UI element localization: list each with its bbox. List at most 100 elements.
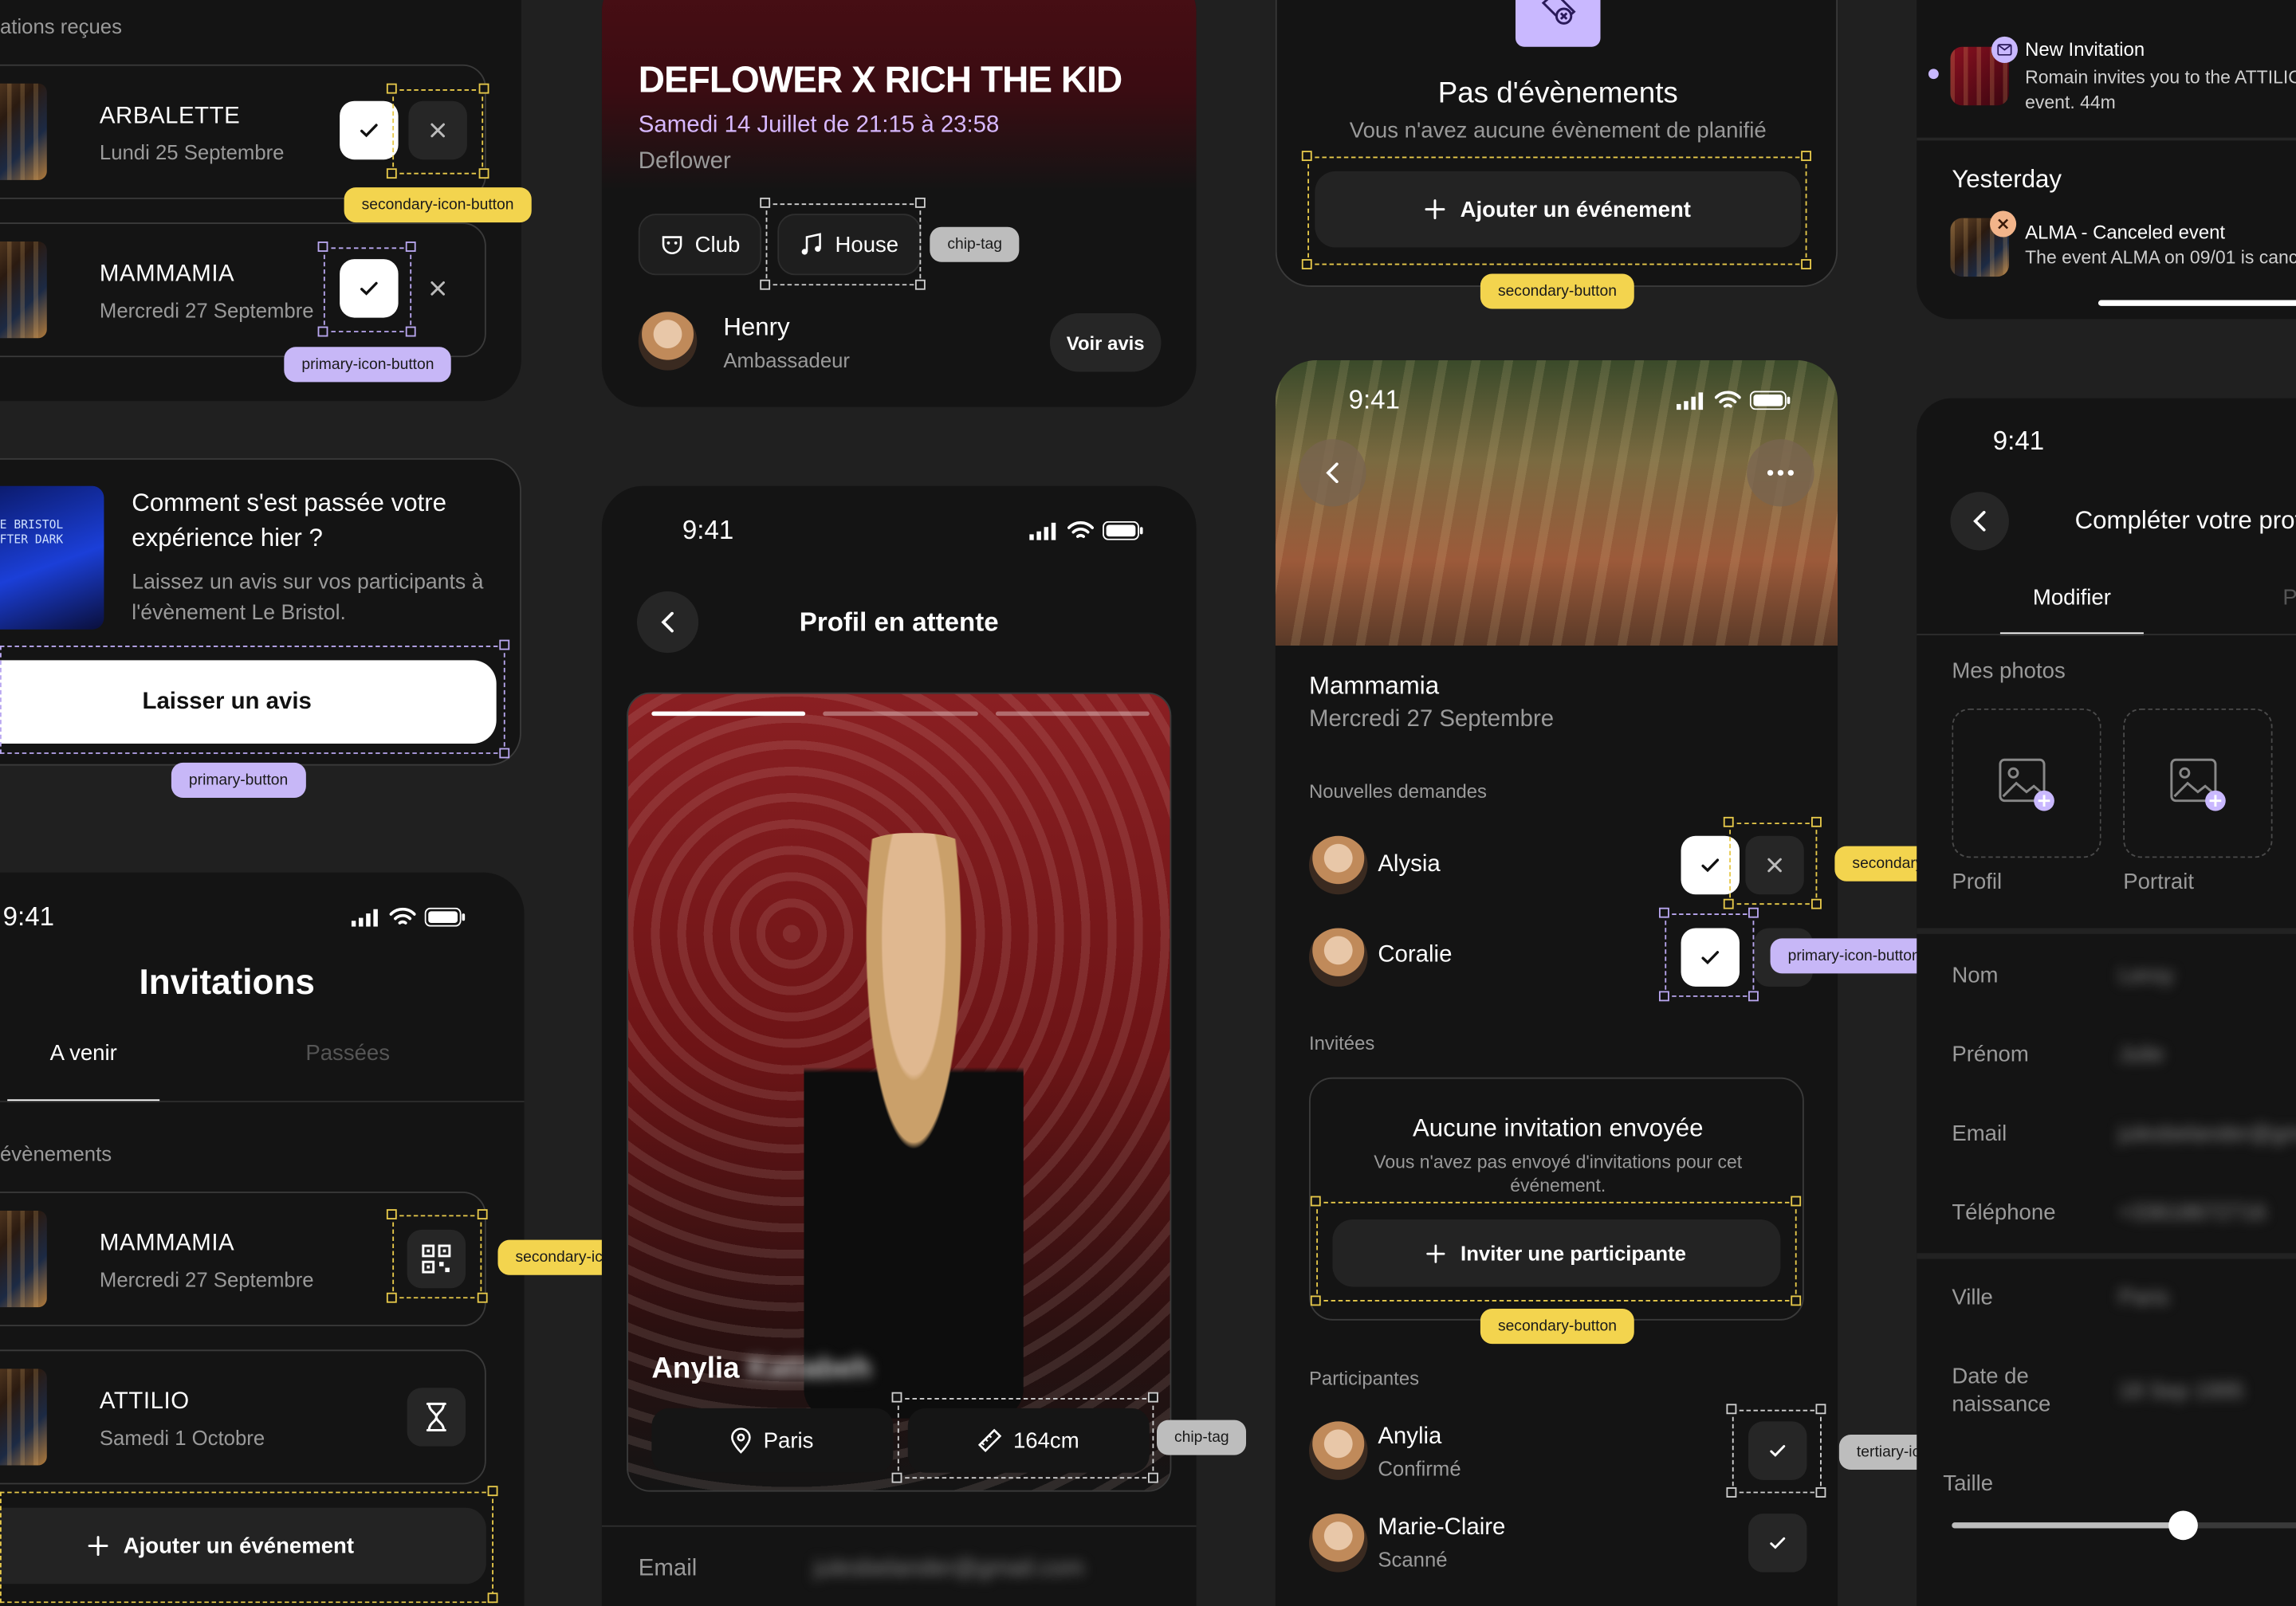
tab-edit[interactable]: Modifier xyxy=(1999,585,2144,636)
check-icon xyxy=(360,124,378,138)
participant-avatar xyxy=(1309,1421,1368,1480)
status-time: 9:41 xyxy=(1348,385,1400,414)
venue-name: MAMMAMIA xyxy=(99,261,235,287)
tab-preview[interactable]: Prévisualiser xyxy=(2282,586,2296,635)
slider-thumb[interactable] xyxy=(2168,1510,2199,1541)
pending-button[interactable] xyxy=(407,1388,466,1447)
map-pin-icon xyxy=(731,1427,752,1454)
participant-avatar xyxy=(1309,1514,1368,1573)
section-title: Yesterday xyxy=(1952,165,2062,194)
size-label: Taille xyxy=(1943,1471,1994,1497)
venue-date: Mercredi 27 Septembre xyxy=(1309,707,1555,732)
participant-name: Marie-Claire xyxy=(1378,1514,1506,1541)
field-label: Date de naissance xyxy=(1952,1364,2051,1417)
venue-date: Mercredi 27 Septembre xyxy=(99,1267,314,1291)
scanned-button[interactable] xyxy=(1748,1514,1807,1573)
venue-date: Samedi 1 Octobre xyxy=(99,1425,265,1450)
accept-button[interactable] xyxy=(340,100,399,160)
field-value[interactable]: 18 Sep 1995 xyxy=(2119,1379,2243,1404)
unread-dot xyxy=(1928,69,1939,80)
annotation-tag: secondary-button xyxy=(1480,1309,1635,1345)
complete-profile-screen: 9:41 Compléter votre profil Modifier Pré… xyxy=(1917,398,2296,1606)
annotation-tag: primary-button xyxy=(171,762,306,799)
decline-button[interactable] xyxy=(408,259,466,317)
event-thumbnail: LE BRISTOL AFTER DARK xyxy=(0,485,104,630)
chevron-left-icon xyxy=(1326,462,1339,484)
annotation-outline xyxy=(392,1215,482,1299)
battery-icon xyxy=(1749,391,1791,410)
annotation-outline xyxy=(897,1398,1154,1479)
participant-avatar xyxy=(1309,928,1368,987)
empty-title: Pas d'évènements xyxy=(1437,77,1678,110)
field-label: Téléphone xyxy=(1952,1200,2056,1226)
field-value[interactable]: Leroy xyxy=(2119,964,2174,988)
field-value[interactable]: Julie xyxy=(2119,1043,2164,1067)
photo-slot-portrait[interactable] xyxy=(2123,708,2273,858)
review-body: Laissez un avis sur vos participants à l… xyxy=(132,571,484,626)
field-label: Nom xyxy=(1952,963,1999,988)
photo-slot-profile[interactable] xyxy=(1952,708,2101,858)
design-board: ations reçues ARBALETTE Lundi 25 Septemb… xyxy=(0,0,2296,1606)
battery-icon xyxy=(1103,520,1143,540)
first-name: Anylia xyxy=(651,1353,740,1385)
field-label: Prénom xyxy=(1952,1042,2029,1067)
size-slider[interactable] xyxy=(1952,1510,2296,1541)
annotation-outline xyxy=(1665,913,1755,997)
annotation-outline xyxy=(0,1491,493,1604)
participant-avatar xyxy=(1309,835,1368,895)
image-add-icon xyxy=(1999,758,2054,811)
annotation-outline xyxy=(1732,1409,1822,1494)
participant-status: Confirmé xyxy=(1378,1456,1461,1480)
home-indicator xyxy=(2097,300,2296,306)
status-icons xyxy=(351,907,466,927)
email-label: Email xyxy=(638,1556,698,1581)
section-label: Invitées xyxy=(1309,1031,1375,1054)
back-button[interactable] xyxy=(1950,492,2009,551)
view-reviews-button[interactable]: Voir avis xyxy=(1049,313,1162,372)
field-value[interactable]: Paris xyxy=(2119,1286,2169,1310)
tab-label: Modifier xyxy=(2032,585,2111,611)
image-add-icon xyxy=(2170,758,2226,811)
chip-city[interactable]: Paris xyxy=(651,1408,894,1473)
chip-club[interactable]: Club xyxy=(638,214,762,276)
status-icons xyxy=(1029,520,1143,540)
person-silhouette xyxy=(804,833,1024,1419)
empty-invites-title: Aucune invitation envoyée xyxy=(1412,1113,1704,1142)
empty-subtitle: Vous n'avez aucune évènement de planifié xyxy=(1349,118,1767,143)
venue-date: Mercredi 27 Septembre xyxy=(99,298,314,323)
field-value[interactable]: +33618672716 xyxy=(2119,1200,2267,1225)
venue-date: Lundi 25 Septembre xyxy=(99,140,285,164)
section-label: Nouvelles demandes xyxy=(1309,779,1487,803)
cancel-badge-icon xyxy=(1990,210,2017,238)
tab-upcoming[interactable]: A venir xyxy=(7,1040,160,1103)
participant-name: Coralie xyxy=(1378,942,1453,968)
annotation-outline xyxy=(1307,156,1807,265)
tab-label: A venir xyxy=(49,1040,117,1066)
notification-title: New Invitation xyxy=(2025,37,2145,61)
more-button[interactable] xyxy=(1747,439,1814,507)
back-button[interactable] xyxy=(1299,439,1366,507)
battery-icon xyxy=(424,907,466,927)
hourglass-icon xyxy=(426,1402,446,1431)
thumbnail-text: LE BRISTOL AFTER DARK xyxy=(0,518,64,547)
page-title: Profil en attente xyxy=(799,607,999,637)
venue-thumbnail xyxy=(0,241,47,339)
photos-label: Mes photos xyxy=(1952,658,2066,684)
annotation-outline xyxy=(323,247,412,332)
notification-title: ALMA - Canceled event xyxy=(2025,221,2226,243)
notification-body: Romain invites you to the ATTILIO event.… xyxy=(2025,67,2296,113)
venue-thumbnail xyxy=(0,1368,47,1466)
annotation-outline xyxy=(392,89,484,175)
photo-progress xyxy=(651,711,1150,717)
check-icon xyxy=(1701,858,1720,873)
profile-photo-card[interactable]: Anylia Katiabeh Paris 164cm xyxy=(627,692,1172,1492)
close-icon xyxy=(431,281,445,296)
event-row[interactable]: ATTILIO Samedi 1 Octobre xyxy=(0,1349,486,1485)
notifications-card: New Invitation Romain invites you to the… xyxy=(1917,0,2296,320)
tab-past[interactable]: Passées xyxy=(264,1041,432,1102)
tab-label: Prévisualiser xyxy=(2282,585,2296,611)
annotation-outline xyxy=(1729,823,1818,905)
field-value[interactable]: julesbelander@gmail.com xyxy=(2119,1121,2296,1146)
field-label: Email xyxy=(1952,1121,2007,1147)
signal-icon xyxy=(1029,521,1056,540)
